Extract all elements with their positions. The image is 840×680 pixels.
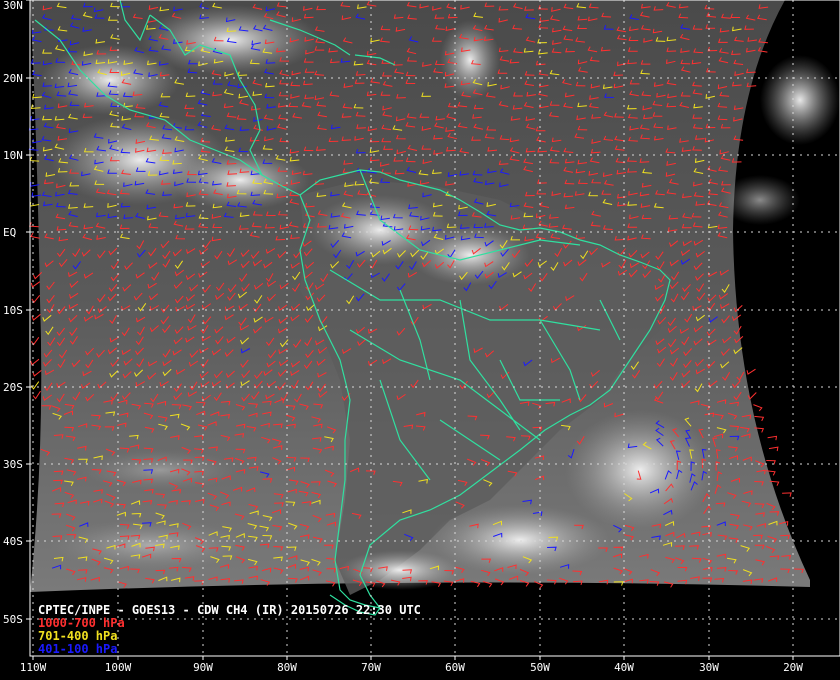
longitude-label: 30W (699, 661, 719, 674)
latitude-label: 10N (3, 149, 23, 162)
latitude-label: 20S (3, 381, 23, 394)
map-caption: CPTEC/INPE - GOES13 - CDW CH4 (IR) 20150… (38, 604, 421, 656)
longitude-label: 90W (193, 661, 213, 674)
longitude-label: 80W (277, 661, 297, 674)
latitude-label: 10S (3, 304, 23, 317)
legend-high-level: 401-100 hPa (38, 642, 118, 656)
longitude-label: 60W (445, 661, 465, 674)
longitude-label: 100W (104, 661, 132, 674)
latitude-label: EQ (3, 226, 17, 239)
latitude-label: 50S (3, 613, 23, 626)
latitude-label: 40S (3, 535, 23, 548)
longitude-label: 50W (530, 661, 550, 674)
satellite-wind-map (0, 0, 840, 680)
longitude-label: 20W (783, 661, 803, 674)
latitude-label: 30N (3, 0, 23, 12)
longitude-label: 70W (361, 661, 381, 674)
longitude-label: 110W (19, 661, 47, 674)
latitude-label: 30S (3, 458, 23, 471)
longitude-label: 40W (614, 661, 634, 674)
latitude-label: 20N (3, 72, 23, 85)
